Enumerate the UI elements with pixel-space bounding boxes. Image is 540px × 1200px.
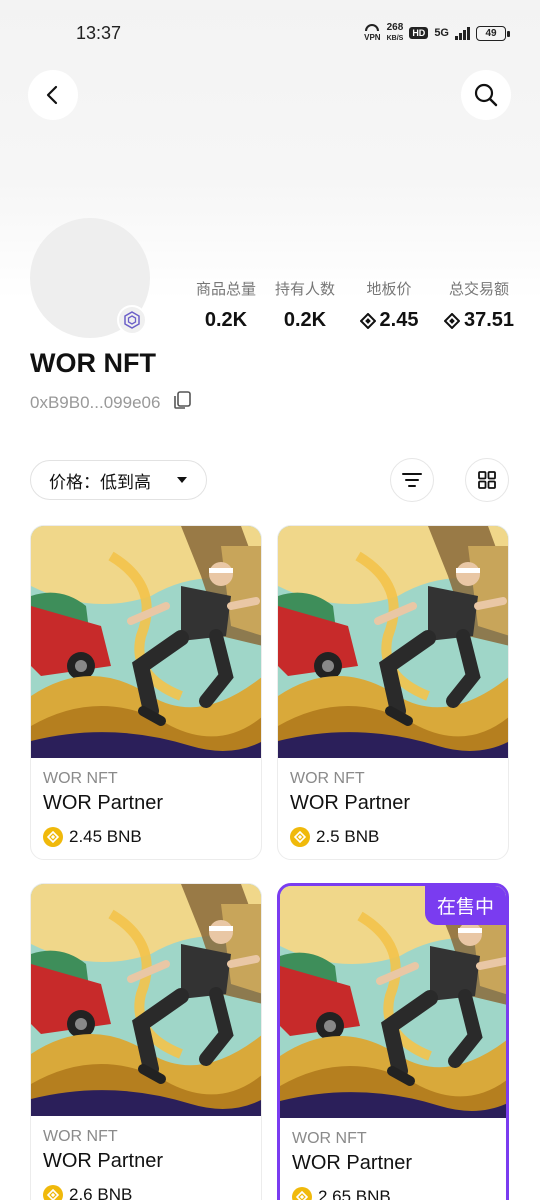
nft-name: WOR Partner bbox=[43, 1150, 164, 1172]
on-sale-badge: 在售中 bbox=[424, 886, 506, 925]
stat-total-volume: 总交易额 37.51 bbox=[430, 278, 528, 332]
battery-icon: 49 bbox=[476, 25, 510, 41]
nft-image bbox=[278, 526, 508, 758]
bnb-coin-icon bbox=[43, 827, 63, 847]
collection-stats: 商品总量 0.2K 持有人数 0.2K 地板价 2.45 总交易额 37.51 bbox=[190, 278, 530, 332]
vpn-icon: VPN bbox=[364, 24, 381, 42]
filter-icon bbox=[402, 473, 422, 487]
nft-card-on-sale[interactable]: 在售中 WOR NFT WOR Partner 2.65 BNB bbox=[277, 883, 509, 1200]
nft-card[interactable]: WOR NFT WOR Partner 2.6 BNB bbox=[30, 883, 262, 1200]
stat-holders: 持有人数 0.2K bbox=[274, 281, 335, 331]
filter-button[interactable] bbox=[390, 458, 434, 502]
back-button[interactable] bbox=[28, 70, 78, 120]
search-icon bbox=[474, 83, 498, 107]
bnb-chain-icon bbox=[117, 305, 147, 335]
collection-title: WOR NFT bbox=[30, 348, 156, 378]
nft-collection-name: WOR NFT bbox=[290, 770, 365, 787]
grid-view-button[interactable] bbox=[465, 458, 509, 502]
nft-card[interactable]: WOR NFT WOR Partner 2.45 BNB bbox=[30, 525, 262, 860]
nft-price: 2.65 BNB bbox=[292, 1187, 494, 1200]
search-button[interactable] bbox=[461, 70, 511, 120]
sort-dropdown[interactable]: 价格：低到高 bbox=[30, 460, 207, 500]
nft-collection-name: WOR NFT bbox=[43, 770, 118, 787]
nft-card[interactable]: WOR NFT WOR Partner 2.5 BNB bbox=[277, 525, 509, 860]
network-speed: 268 KB/S bbox=[386, 21, 404, 42]
signal-icon bbox=[455, 26, 470, 40]
contract-address: 0xB9B0...099e06 bbox=[30, 392, 161, 412]
nft-collection-name: WOR NFT bbox=[292, 1130, 367, 1147]
status-bar: 13:37 VPN 268 KB/S HD 5G 49 bbox=[0, 0, 540, 66]
nft-name: WOR Partner bbox=[290, 792, 411, 814]
status-icons: VPN 268 KB/S HD 5G 49 bbox=[364, 21, 510, 44]
bnb-icon bbox=[443, 312, 460, 329]
stat-floor-price: 地板价 2.45 bbox=[348, 278, 430, 332]
copy-icon[interactable] bbox=[172, 390, 192, 415]
nft-name: WOR Partner bbox=[43, 792, 164, 814]
nft-image bbox=[31, 526, 261, 758]
nft-name: WOR Partner bbox=[292, 1152, 413, 1174]
sort-label: 价格：低到高 bbox=[49, 472, 151, 492]
chevron-left-icon bbox=[46, 85, 58, 105]
nft-collection-name: WOR NFT bbox=[43, 1128, 118, 1145]
status-time: 13:37 bbox=[76, 22, 122, 43]
stat-total-items: 商品总量 0.2K bbox=[195, 281, 256, 331]
network-type: 5G bbox=[434, 27, 449, 39]
grid-view-icon bbox=[478, 471, 496, 489]
bnb-coin-icon bbox=[43, 1185, 63, 1200]
bnb-icon bbox=[359, 312, 376, 329]
nft-image bbox=[31, 884, 261, 1116]
nft-price: 2.45 BNB bbox=[43, 827, 249, 847]
caret-down-icon bbox=[177, 477, 187, 483]
address-row: 0xB9B0...099e06 bbox=[30, 390, 192, 415]
bnb-coin-icon bbox=[292, 1187, 312, 1200]
hd-icon: HD bbox=[409, 27, 429, 39]
nft-price: 2.6 BNB bbox=[43, 1185, 249, 1200]
nft-price: 2.5 BNB bbox=[290, 827, 496, 847]
bnb-coin-icon bbox=[290, 827, 310, 847]
